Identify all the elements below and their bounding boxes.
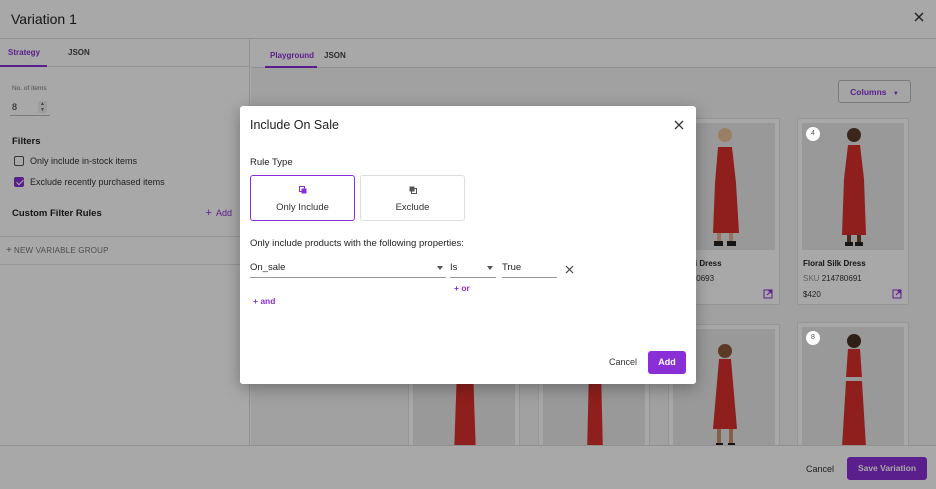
value-text: True — [502, 262, 522, 273]
dialog-add-button[interactable]: Add — [648, 351, 686, 374]
value-input[interactable]: True — [502, 260, 557, 278]
option-label: Exclude — [395, 202, 430, 213]
property-select[interactable]: On_sale — [250, 260, 446, 278]
add-or-button[interactable]: + or — [454, 283, 470, 293]
caret-down-icon — [487, 266, 493, 270]
include-on-sale-dialog: Include On Sale Rule Type Only Include E… — [240, 106, 696, 384]
position-badge: 8 — [806, 331, 820, 345]
rule-type-only-include[interactable]: Only Include — [250, 175, 355, 221]
close-icon[interactable] — [674, 120, 684, 130]
dialog-cancel-button[interactable]: Cancel — [609, 357, 637, 367]
rule-type-label: Rule Type — [250, 157, 293, 168]
include-icon — [299, 186, 307, 194]
exclude-icon — [409, 186, 417, 194]
property-value: On_sale — [250, 262, 286, 273]
rule-type-exclude[interactable]: Exclude — [360, 175, 465, 221]
operator-select[interactable]: Is — [450, 260, 496, 278]
caret-down-icon — [437, 266, 443, 270]
option-label: Only Include — [276, 202, 329, 213]
remove-condition-icon[interactable] — [565, 265, 574, 274]
rule-description: Only include products with the following… — [250, 238, 464, 249]
position-badge: 4 — [806, 127, 820, 141]
add-and-button[interactable]: + and — [253, 296, 275, 306]
dialog-title: Include On Sale — [250, 118, 339, 132]
operator-value: Is — [450, 262, 458, 273]
